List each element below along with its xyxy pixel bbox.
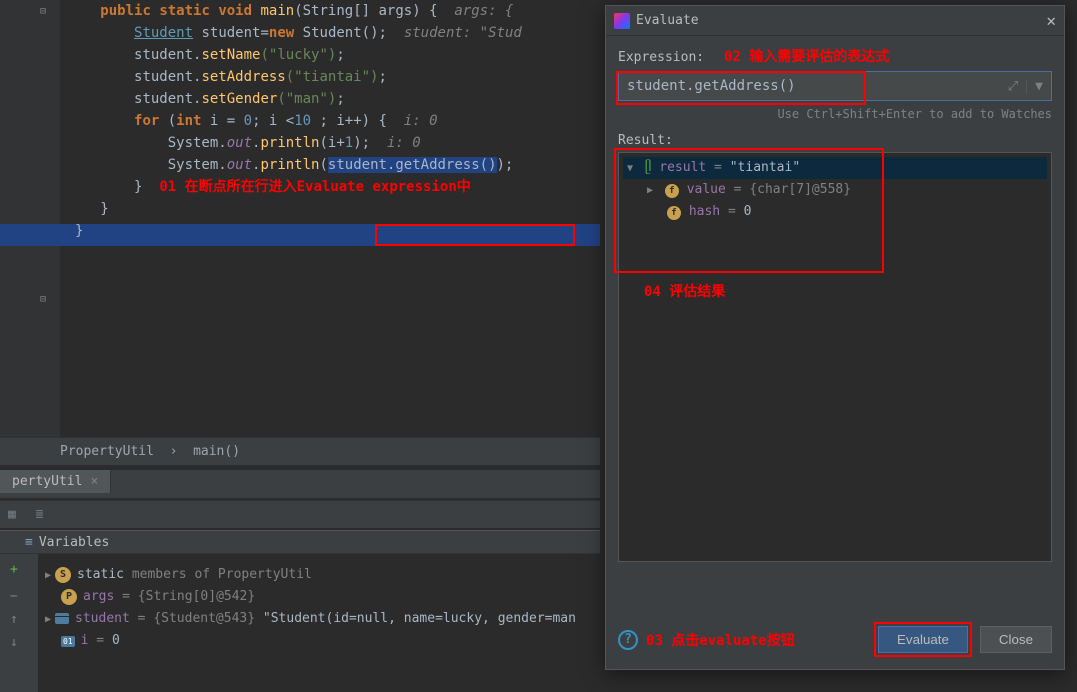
hint-text: Use Ctrl+Shift+Enter to add to Watches [618,107,1052,121]
help-icon[interactable]: ? [618,630,638,650]
close-icon[interactable]: ✕ [1046,6,1056,36]
annotation-02: 02 输入需要评估的表达式 [724,46,889,66]
expression-label: Expression: [618,50,704,65]
breadcrumb[interactable]: PropertyUtil › main() [0,437,600,465]
chevron-down-icon[interactable]: ▼ [1026,79,1043,94]
expand-icon[interactable]: ⤢ [1008,79,1018,94]
evaluate-button[interactable]: Evaluate [878,626,968,653]
intellij-icon [614,13,630,29]
variables-header[interactable]: ≡Variables [0,530,600,554]
breadcrumb-class[interactable]: PropertyUtil [60,444,154,459]
vars-icon: ≡ [25,535,33,550]
vars-sidebar: + − ↑ ↓ [0,554,38,692]
annotation-01: 01 在断点所在行进入Evaluate expression中 [159,179,470,195]
add-watch-icon[interactable]: + [0,554,38,585]
dialog-footer: ? 03 点击evaluate按钮 Evaluate Close [618,622,1052,657]
code-content: public static void main(String[] args) {… [75,0,600,242]
close-tab-icon[interactable]: × [90,474,98,489]
code-line[interactable]: Student student=new Student(); student: … [75,22,600,44]
code-line[interactable]: } [75,198,600,220]
fold-end-icon[interactable]: ⊟ [40,294,46,305]
code-editor[interactable]: ⊟ ⊟ public static void main(String[] arg… [0,0,600,437]
code-line[interactable]: System.out.println(i+1); i: 0 [75,132,600,154]
dialog-title: Evaluate [636,6,1046,36]
result-label: Result: [618,133,1052,148]
annotation-box-04 [614,148,884,273]
stack-icon[interactable]: ≣ [36,507,44,522]
code-line[interactable]: student.setAddress("tiantai"); [75,66,600,88]
breadcrumb-method[interactable]: main() [193,444,240,459]
down-icon[interactable]: ↓ [0,631,38,654]
code-line[interactable]: student.setName("lucky"); [75,44,600,66]
dialog-titlebar[interactable]: Evaluate ✕ [606,6,1064,36]
annotation-box-01 [375,224,575,246]
annotation-04: 04 评估结果 [644,281,725,301]
evaluate-dialog: Evaluate ✕ Expression: 02 输入需要评估的表达式 ⤢ ▼… [605,5,1065,670]
tab-propertyutil[interactable]: pertyUtil× [0,470,111,493]
code-line[interactable]: public static void main(String[] args) {… [75,0,600,22]
remove-watch-icon[interactable]: − [0,585,38,608]
annotation-03: 03 点击evaluate按钮 [646,630,795,650]
code-line[interactable]: student.setGender("man"); [75,88,600,110]
editor-gutter: ⊟ ⊟ [0,0,60,437]
debug-toolbar: ▦ ≣ [0,500,600,528]
tab-bar: pertyUtil× [0,470,600,498]
calc-icon[interactable]: ▦ [8,507,16,522]
code-line-highlighted[interactable]: System.out.println(student.getAddress())… [75,154,600,176]
code-line[interactable]: for (int i = 0; i <10 ; i++) { i: 0 [75,110,600,132]
up-icon[interactable]: ↑ [0,608,38,631]
fold-icon[interactable]: ⊟ [40,6,46,17]
annotation-box-03: Evaluate [874,622,972,657]
code-line[interactable]: } 01 在断点所在行进入Evaluate expression中 [75,176,600,198]
close-button[interactable]: Close [980,626,1052,653]
annotation-box-02 [616,71,866,105]
